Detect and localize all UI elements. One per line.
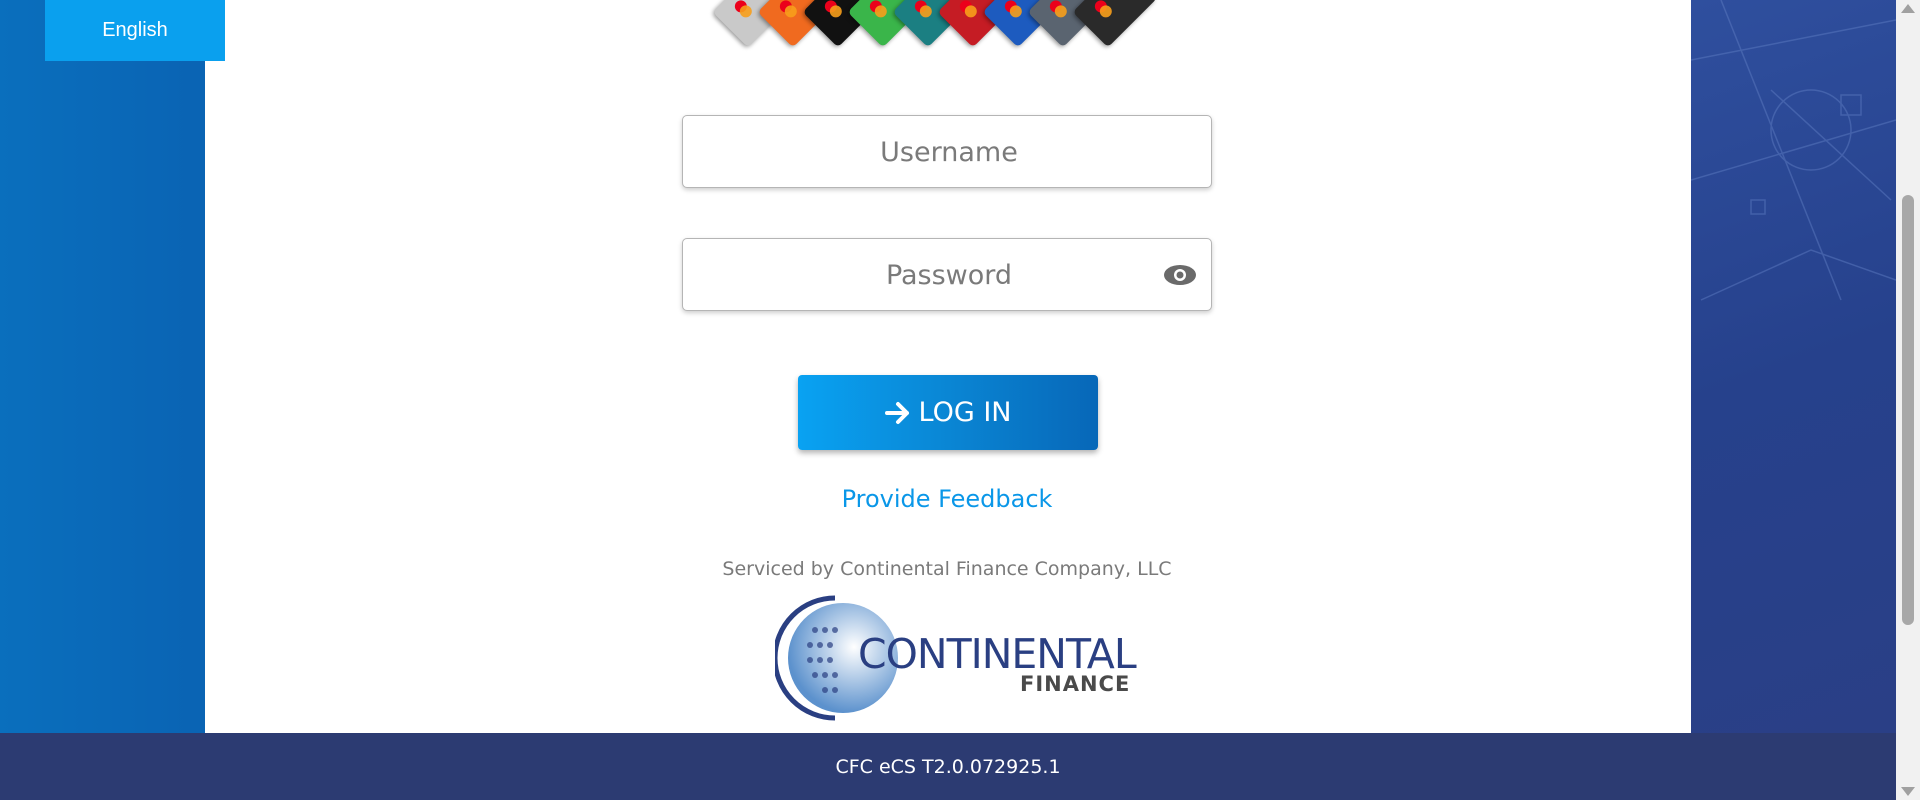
version-text: CFC eCS T2.0.072925.1 [835,755,1061,778]
username-input[interactable] [683,116,1215,189]
scroll-down-icon[interactable] [1901,787,1915,796]
provide-feedback-link[interactable]: Provide Feedback [682,485,1212,513]
logo-subtitle: FINANCE [1020,672,1131,696]
decorative-background [1691,0,1896,733]
login-button[interactable]: LOG IN [798,375,1098,450]
scrollbar[interactable] [1896,0,1920,800]
scroll-up-icon[interactable] [1901,4,1915,13]
logo-title: CONTINENTAL [858,630,1137,678]
arrow-right-icon [884,401,909,424]
card-image [1072,0,1158,48]
footer: CFC eCS T2.0.072925.1 [0,733,1896,800]
password-input[interactable] [683,239,1215,312]
password-field[interactable] [682,238,1215,312]
username-field[interactable] [682,115,1215,189]
eye-icon[interactable] [1163,264,1197,286]
scroll-thumb[interactable] [1902,195,1914,625]
language-button[interactable]: English [45,0,225,61]
login-button-label: LOG IN [918,397,1012,428]
card-images [705,0,1195,62]
servicer-text: Serviced by Continental Finance Company,… [722,558,1172,580]
